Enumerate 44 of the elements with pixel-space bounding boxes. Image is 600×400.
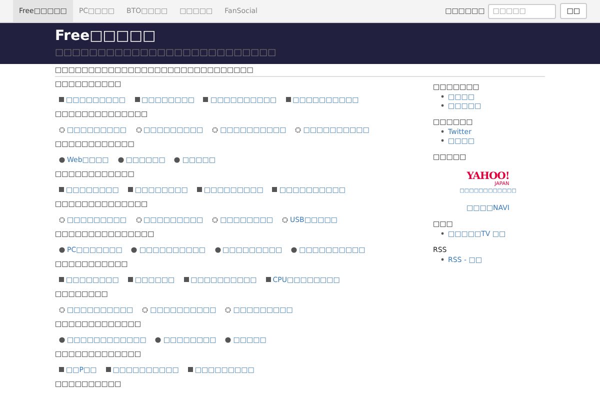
square-icon [184,277,189,282]
ring-icon [212,216,218,222]
square-icon [134,97,140,102]
square-icon [128,187,133,192]
square-icon [106,367,111,372]
dot-icon [291,246,298,252]
bullet-icon [441,139,444,142]
square-icon [128,277,133,282]
square-icon [59,97,64,102]
bullet-icon [441,258,444,261]
site-title: Free□□□□□ [55,28,157,45]
dot-icon [118,156,124,162]
ring-icon [212,126,218,132]
ring-icon [59,216,65,222]
dot-icon [59,246,65,252]
square-icon [266,277,271,282]
square-icon [59,187,64,192]
bullet-icon [441,232,444,235]
ring-icon [59,306,65,312]
dot-icon [155,336,162,342]
ring-icon [136,126,142,132]
square-icon [272,187,278,192]
dot-icon [225,336,232,342]
bullet-icon [441,95,444,98]
ring-icon [136,216,142,222]
square-icon [59,367,64,372]
dot-icon [59,336,65,342]
dot-icon [131,246,138,252]
ring-icon [282,216,288,222]
bullet-icon [441,130,444,133]
square-icon [203,97,208,102]
site-subtitle: □□□□□□□□□□□□□□□□□□□□□□□□□□ [55,48,278,58]
square-icon [59,277,64,282]
ring-icon [59,126,65,132]
dot-icon [174,156,180,162]
dot-icon [214,246,221,252]
dot-icon [59,156,65,162]
square-icon [286,97,291,102]
ring-icon [142,306,148,312]
bullet-icon [441,104,444,107]
ring-icon [295,126,302,132]
square-icon [196,187,202,192]
square-icon [188,367,193,372]
ring-icon [225,306,232,312]
